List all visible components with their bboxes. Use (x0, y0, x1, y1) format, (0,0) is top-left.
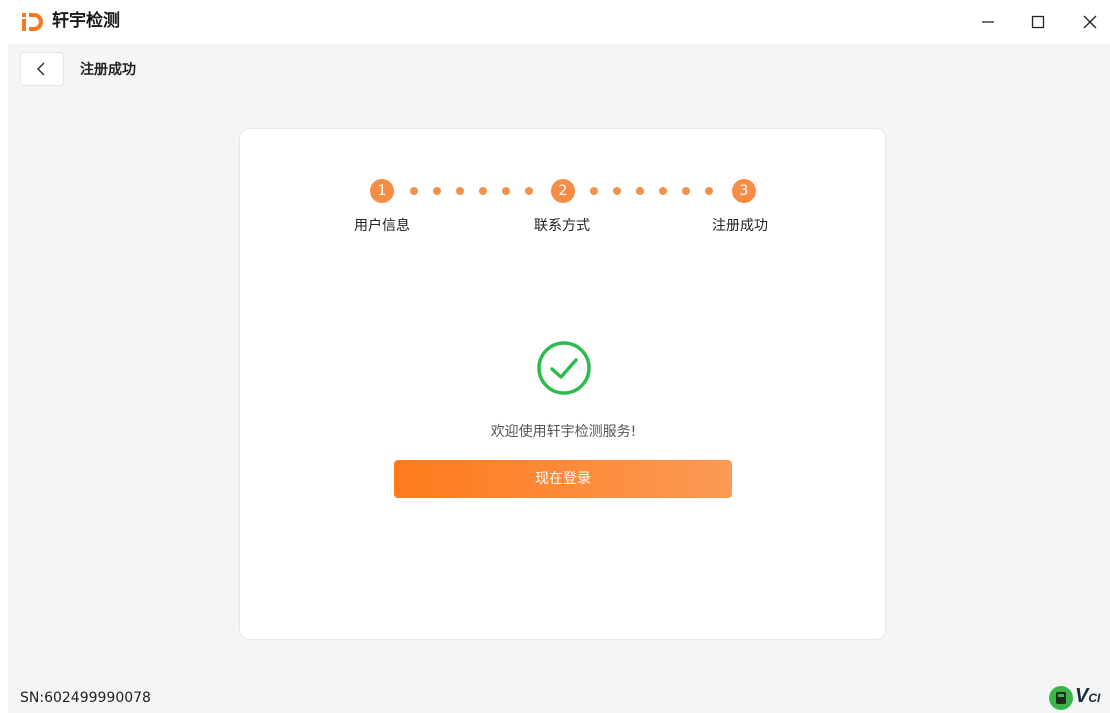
step-dot (682, 187, 690, 195)
minimize-icon (982, 21, 994, 23)
step-1-label: 用户信息 (354, 218, 410, 234)
step-2-label: 联系方式 (534, 218, 590, 234)
app-title: 轩宇检测 (52, 11, 120, 31)
step-2-circle: 2 (551, 179, 575, 203)
step-dot (525, 187, 533, 195)
step-dot (636, 187, 644, 195)
step-dot (456, 187, 464, 195)
login-now-button[interactable]: 现在登录 (394, 460, 732, 498)
serial-number: SN:602499990078 (20, 690, 151, 706)
maximize-icon (1031, 15, 1045, 29)
vci-brand-sub: CI (1088, 691, 1101, 705)
registration-card: 1 2 3 用户信息 联系方式 注册成功 欢迎使用轩宇检测服务! 现在登录 (239, 128, 886, 640)
app-logo-icon (22, 13, 43, 31)
vci-device-icon (1049, 686, 1073, 710)
welcome-message: 欢迎使用轩宇检测服务! (490, 424, 637, 440)
step-dot (502, 187, 510, 195)
step-dot (659, 187, 667, 195)
back-button[interactable] (20, 52, 64, 86)
title-bar: 轩宇检测 (0, 0, 1110, 44)
close-icon (1083, 15, 1097, 29)
content-area: 注册成功 1 2 3 用户信息 联系方式 注册成功 欢迎使用轩宇检测服务! 现在… (8, 44, 1110, 713)
vci-brand-main: V (1075, 685, 1089, 707)
vci-brand: VCI (1075, 685, 1100, 708)
step-dot (590, 187, 598, 195)
step-dot (479, 187, 487, 195)
check-circle-icon (537, 341, 591, 395)
chevron-left-icon (36, 62, 45, 76)
step-3-circle: 3 (732, 179, 756, 203)
step-3-label: 注册成功 (712, 218, 768, 234)
step-dot (613, 187, 621, 195)
maximize-button[interactable] (1026, 10, 1050, 34)
page-title: 注册成功 (80, 62, 136, 78)
step-1-circle: 1 (370, 179, 394, 203)
minimize-button[interactable] (976, 10, 1000, 34)
step-dot (433, 187, 441, 195)
step-dot (410, 187, 418, 195)
close-button[interactable] (1078, 10, 1102, 34)
step-dot (705, 187, 713, 195)
